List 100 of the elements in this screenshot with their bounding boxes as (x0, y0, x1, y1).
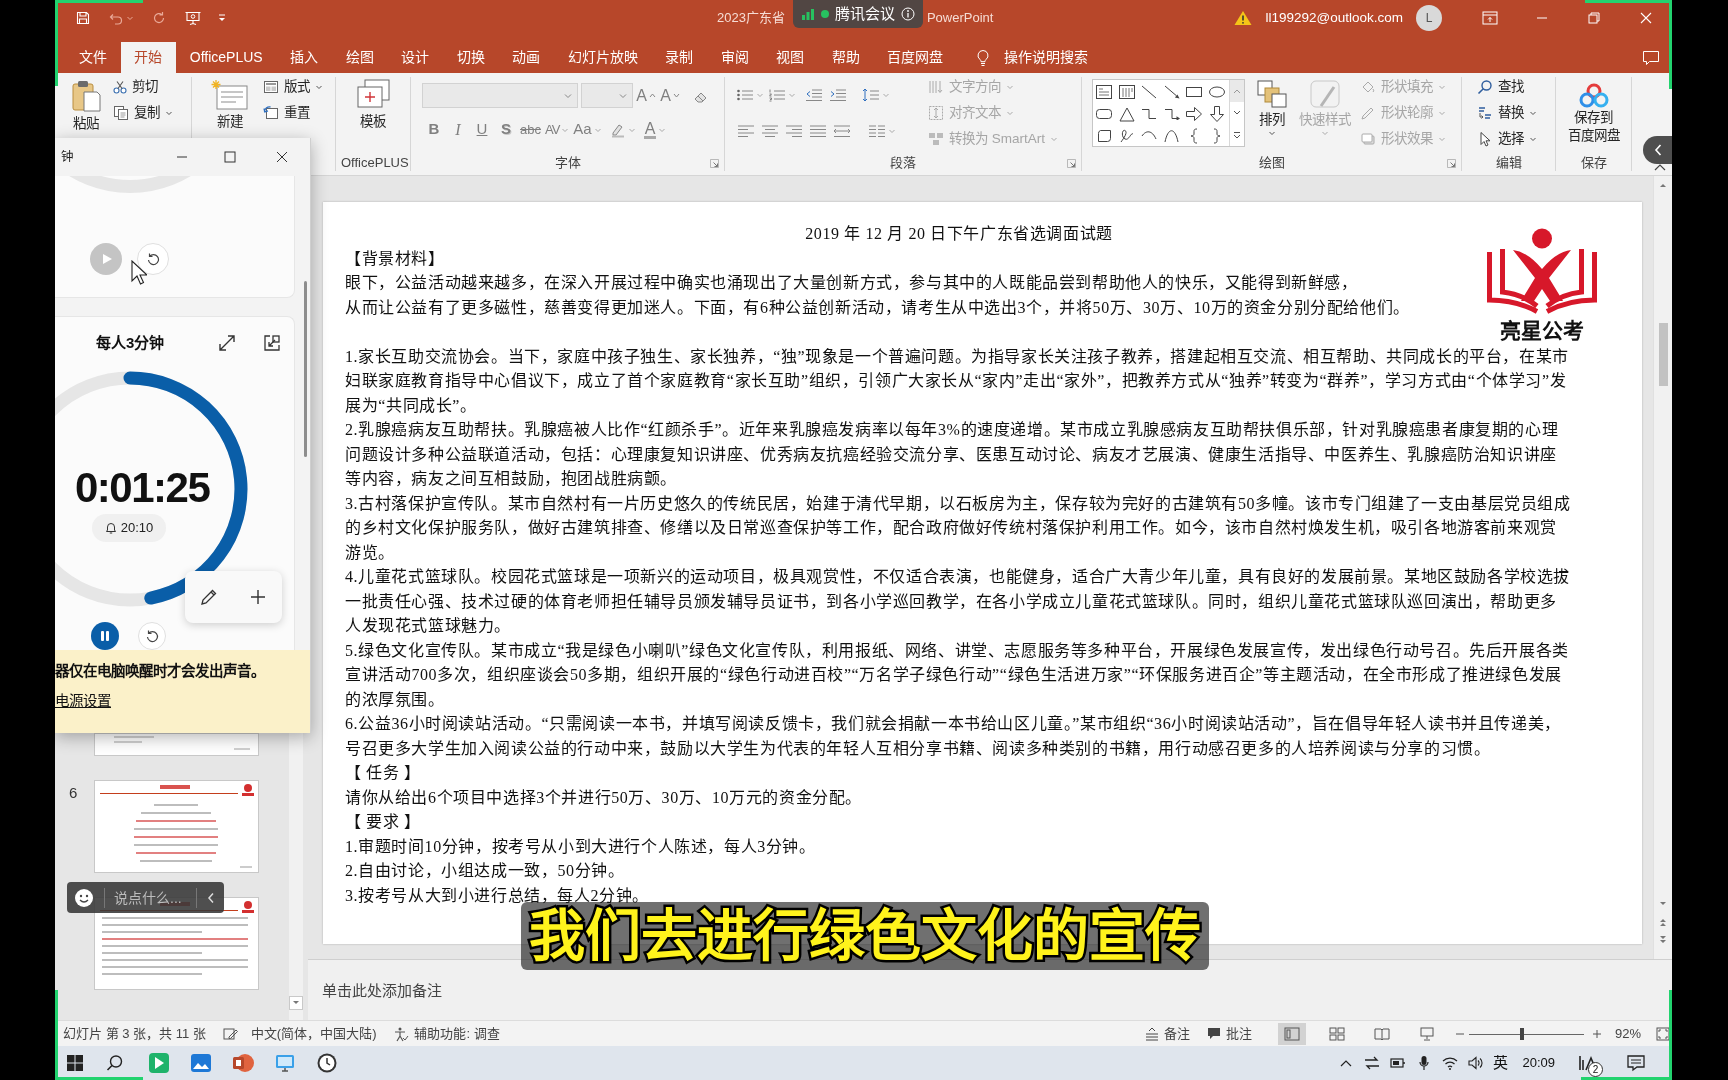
columns-icon (868, 123, 886, 138)
ribbon-tab[interactable]: 百度网盘 (873, 42, 957, 73)
reading-view-icon (1373, 1026, 1390, 1041)
scrollbar-thumb[interactable] (1658, 323, 1668, 386)
dialog-launcher-icon[interactable] (1067, 158, 1076, 168)
distributed-icon (833, 123, 851, 138)
shadow-button[interactable]: S (494, 117, 518, 142)
zoom-slider[interactable] (1468, 1027, 1584, 1040)
arrange-button[interactable]: 排列 (1256, 73, 1288, 139)
layout-button[interactable]: 版式 (260, 74, 326, 100)
ribbon-tab[interactable]: 幻灯片放映 (553, 42, 652, 73)
caret-down-icon (672, 93, 680, 98)
save-icon (75, 10, 91, 26)
notes-button[interactable]: 备注 (1144, 1021, 1190, 1046)
replace-button[interactable]: 替换 (1474, 100, 1540, 126)
pause-button[interactable] (91, 622, 119, 650)
ribbon-tab[interactable]: 插入 (276, 42, 332, 73)
text-direction-icon (928, 79, 944, 95)
select-button[interactable]: 选择 (1474, 126, 1540, 152)
reset-button[interactable] (137, 243, 169, 275)
character-spacing-button[interactable]: AV (542, 117, 572, 142)
fit-slide-button[interactable] (1656, 1026, 1670, 1041)
italic-button[interactable]: I (446, 117, 470, 142)
zoom-in-button[interactable] (1591, 1028, 1602, 1039)
slide-thumbnail[interactable] (94, 733, 259, 756)
speaker-icon (1468, 1056, 1485, 1070)
ribbon-tab[interactable]: OfficePLUS (176, 42, 277, 73)
align-right-icon (785, 123, 803, 138)
caret-icon (1529, 135, 1537, 143)
scrollbar[interactable] (289, 733, 303, 1020)
reset-button[interactable]: 重置 (260, 100, 326, 126)
clock-time[interactable]: 20:09 (1522, 1053, 1555, 1073)
reset-button[interactable] (138, 622, 166, 650)
input-method-indicator[interactable]: 英 (1493, 1051, 1509, 1075)
caret-icon (1438, 83, 1446, 91)
chat-field[interactable]: 说点什么... (104, 887, 182, 908)
ribbon-tab[interactable]: 录制 (651, 42, 707, 73)
ribbon-tab[interactable]: 设计 (387, 42, 443, 73)
comments-button[interactable]: 批注 (1206, 1021, 1252, 1046)
account-avatar[interactable]: L (1416, 5, 1442, 31)
pause-icon (99, 630, 111, 642)
timer-name: 每人3分钟 (96, 332, 165, 353)
scrollbar[interactable] (1653, 176, 1672, 959)
find-button[interactable]: 查找 (1474, 74, 1540, 100)
document-pencil-icon (222, 1026, 239, 1041)
ribbon-tab[interactable]: 审阅 (706, 42, 763, 73)
paste-button[interactable]: 粘贴 (66, 73, 106, 133)
info-icon[interactable] (900, 7, 915, 21)
smartart-icon (928, 131, 944, 147)
accessibility-button[interactable]: 辅助功能: 调查 (393, 1021, 500, 1046)
zoom-level-button[interactable]: 92% (1614, 1021, 1641, 1046)
collapse-panel-button[interactable] (1643, 136, 1672, 164)
signal-bars-icon (800, 7, 815, 21)
zoom-slider-thumb[interactable] (1519, 1027, 1524, 1040)
search-icon (1477, 79, 1493, 95)
ribbon-tab[interactable]: 视图 (762, 42, 818, 73)
close-icon (276, 151, 288, 163)
font-size-field[interactable] (581, 83, 633, 108)
slide-thumbnail[interactable] (94, 780, 259, 873)
ribbon-tab[interactable]: 动画 (498, 42, 554, 73)
search-icon (106, 1054, 124, 1072)
template-button[interactable]: 模板 (356, 73, 390, 131)
monitor-icon (274, 1052, 296, 1074)
language-button[interactable]: 中文(简体，中国大陆) (250, 1021, 377, 1046)
caret-icon (1006, 109, 1014, 117)
ribbon-tab[interactable]: 文件 (65, 42, 121, 73)
bold-button[interactable]: B (422, 117, 446, 142)
change-case-button[interactable]: Aa (571, 117, 604, 142)
arc-icon (1141, 131, 1158, 141)
scrollbar[interactable] (304, 281, 307, 457)
new-slide-button[interactable]: 新建 (205, 73, 255, 131)
caret-up-icon (1233, 88, 1241, 94)
notification-badge: 2 (1588, 1062, 1603, 1077)
scroll-down-button[interactable] (289, 996, 303, 1010)
ribbon-tab[interactable]: 切换 (442, 42, 499, 73)
grow-font-button[interactable]: A (634, 83, 658, 108)
power-settings-link[interactable]: 电源设置 (55, 690, 111, 712)
font-color-button[interactable]: A (641, 117, 669, 142)
copy-button[interactable]: 复制 (110, 100, 176, 126)
view-button[interactable] (1277, 1022, 1306, 1045)
tell-me-search[interactable]: 操作说明搜索 (975, 42, 1088, 73)
reset-icon (145, 629, 159, 643)
smiley-icon[interactable] (74, 887, 94, 908)
underline-button[interactable]: U (470, 117, 494, 142)
windows-logo-icon (66, 1054, 84, 1072)
cut-button[interactable]: 剪切 (110, 74, 176, 100)
strikethrough-button[interactable]: abc (518, 117, 543, 142)
clipboard-icon (71, 79, 101, 113)
account-email[interactable]: ll199292@outlook.com (1265, 7, 1403, 29)
shrink-font-button[interactable]: A (658, 83, 682, 108)
chevron-up-icon (1340, 1059, 1353, 1067)
font-name-field[interactable] (422, 83, 578, 108)
plus-icon (248, 588, 267, 606)
ribbon-tab[interactable]: 开始 (120, 42, 176, 73)
dialog-launcher-icon[interactable] (1447, 158, 1456, 168)
save-to-cloud-button[interactable]: 保存到 百度网盘 (1567, 73, 1620, 145)
dialog-launcher-icon[interactable] (710, 158, 719, 168)
ribbon-display-icon (1482, 11, 1498, 25)
ribbon-tab[interactable]: 绘图 (331, 42, 388, 73)
ribbon-tab[interactable]: 帮助 (817, 42, 874, 73)
